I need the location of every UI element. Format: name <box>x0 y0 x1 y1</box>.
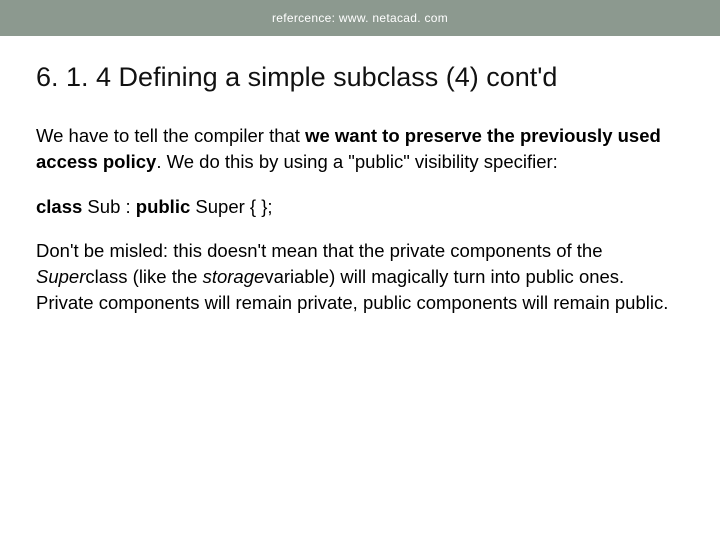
top-bar: refercence: www. netacad. com <box>0 0 720 36</box>
p2-italic-1: Super <box>36 266 85 287</box>
p2-text-1: Don't be misled: this doesn't mean that … <box>36 240 603 261</box>
paragraph-1: We have to tell the compiler that we wan… <box>36 123 684 176</box>
code-text-1: Sub : <box>82 196 135 217</box>
code-text-2: Super { }; <box>190 196 272 217</box>
p2-text-2: class (like the <box>85 266 202 287</box>
p1-text-1: We have to tell the compiler that <box>36 125 305 146</box>
paragraph-2: Don't be misled: this doesn't mean that … <box>36 238 684 317</box>
code-kw-class: class <box>36 196 82 217</box>
p2-italic-2: storage <box>203 266 265 287</box>
p1-text-2: . We do this by using a "public" visibil… <box>156 151 557 172</box>
slide-heading: 6. 1. 4 Defining a simple subclass (4) c… <box>36 60 684 95</box>
code-line: class Sub : public Super { }; <box>36 194 684 220</box>
code-kw-public: public <box>136 196 190 217</box>
reference-text: refercence: www. netacad. com <box>272 11 448 25</box>
slide-content: 6. 1. 4 Defining a simple subclass (4) c… <box>0 36 720 317</box>
